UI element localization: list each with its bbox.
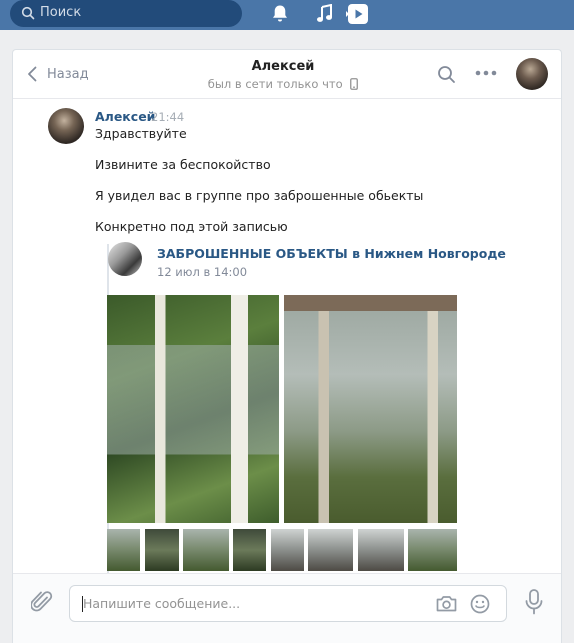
repost-date[interactable]: 12 июл в 14:00 (157, 265, 247, 279)
photo-thumbnail[interactable] (107, 529, 140, 571)
group-avatar[interactable] (108, 242, 142, 276)
message-history[interactable]: Алексей 21:44 Здравствуйте Извините за б… (13, 99, 561, 573)
photo-thumbnail[interactable] (308, 529, 353, 571)
search-icon[interactable] (437, 65, 456, 84)
chat-panel: Назад Алексей был в сети только что Алек… (12, 49, 562, 643)
chevron-left-icon (28, 66, 37, 82)
smile-icon[interactable] (469, 593, 491, 615)
message-composer: Напишите сообщение... (13, 573, 561, 643)
photo-thumbnail[interactable] (271, 529, 304, 571)
repost-group-link[interactable]: ЗАБРОШЕННЫЕ ОБЪЕКТЫ в Нижнем Новгороде (157, 246, 506, 261)
message-line: Извините за беспокойство (95, 157, 271, 172)
search-placeholder: Поиск (40, 5, 82, 20)
photo-thumbnail[interactable] (233, 529, 266, 571)
contact-name: Алексей (251, 59, 315, 74)
message-time[interactable]: 21:44 (151, 110, 184, 124)
camera-icon[interactable] (435, 593, 458, 614)
back-label: Назад (47, 66, 89, 82)
message-author[interactable]: Алексей (95, 109, 155, 124)
phone-icon (350, 78, 359, 90)
status-text: был в сети только что (207, 77, 343, 91)
photo-thumbnail[interactable] (145, 529, 179, 571)
photo-thumbnail[interactable] (183, 529, 229, 571)
more-icon[interactable] (475, 70, 497, 76)
repost-photo[interactable] (107, 295, 279, 523)
avatar[interactable] (48, 108, 84, 144)
video-icon[interactable] (346, 3, 370, 25)
chat-title[interactable]: Алексей был в сети только что (163, 58, 403, 92)
search-icon (21, 6, 35, 20)
bell-icon[interactable] (271, 4, 289, 24)
message-placeholder: Напишите сообщение... (83, 596, 241, 611)
search-input[interactable]: Поиск (10, 0, 242, 27)
photo-thumbnail[interactable] (408, 529, 457, 571)
back-button[interactable]: Назад (27, 64, 89, 84)
message-line: Конкретно под этой записью (95, 219, 288, 234)
photo-thumbnail[interactable] (358, 529, 404, 571)
paperclip-icon[interactable] (31, 590, 53, 614)
message-input[interactable]: Напишите сообщение... (69, 585, 507, 622)
repost-photo[interactable] (284, 295, 457, 523)
chat-header: Назад Алексей был в сети только что (13, 50, 561, 99)
online-status: был в сети только что (163, 76, 403, 92)
message-line: Здравствуйте (95, 126, 187, 141)
microphone-icon[interactable] (525, 589, 543, 615)
message-line: Я увидел вас в группе про заброшенные об… (95, 188, 424, 203)
music-icon[interactable] (316, 4, 334, 24)
contact-avatar[interactable] (516, 58, 548, 90)
top-bar: Поиск (0, 0, 574, 30)
